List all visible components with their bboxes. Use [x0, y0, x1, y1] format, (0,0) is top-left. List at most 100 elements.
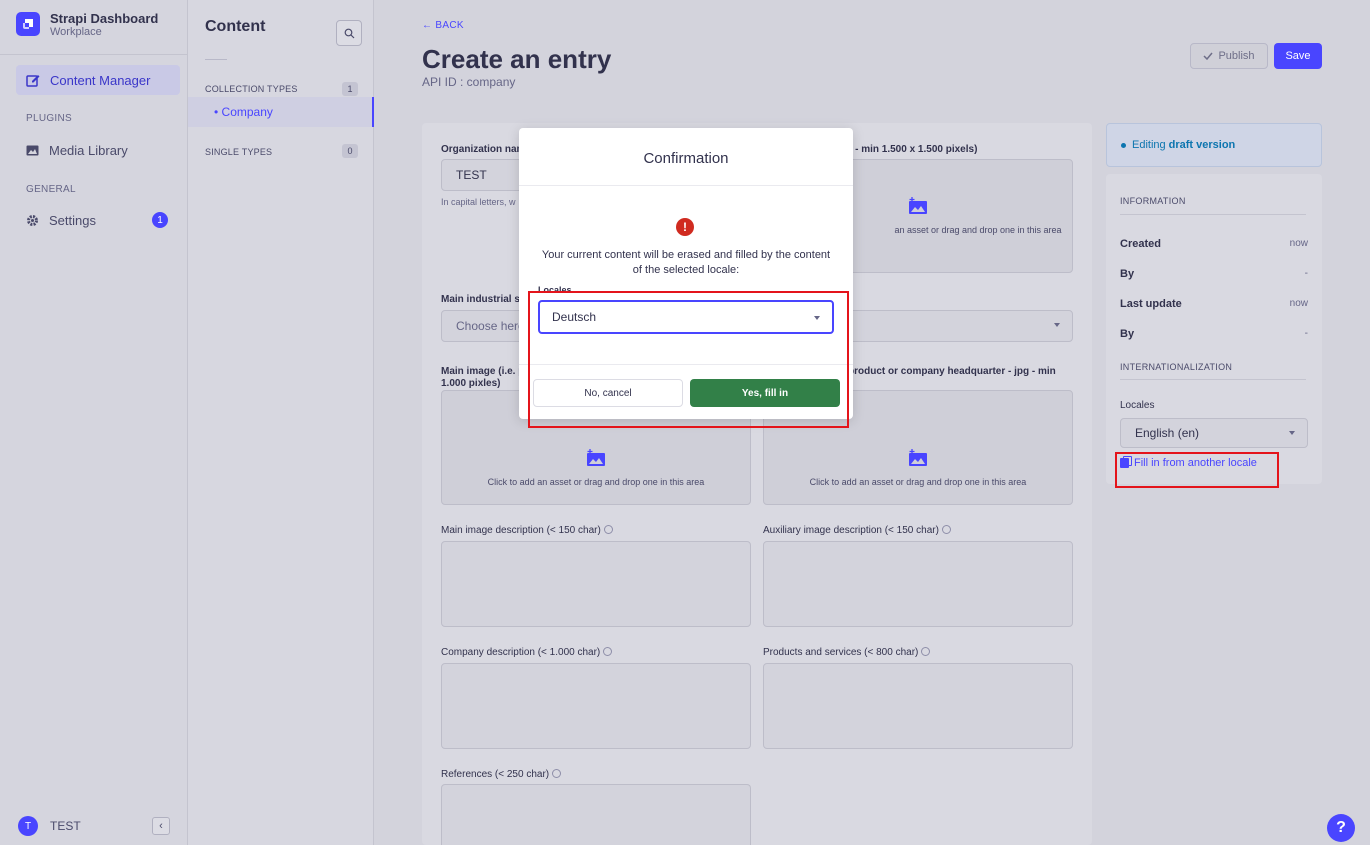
info-value: now: [1289, 298, 1308, 309]
nav-item-label: Content Manager: [50, 72, 151, 88]
alert-icon: !: [676, 218, 694, 236]
page-title: Create an entry: [422, 44, 612, 74]
globe-icon: [603, 525, 613, 534]
dialog-divider: [519, 185, 853, 186]
subnav-divider: [205, 59, 227, 60]
back-link[interactable]: ← BACK: [422, 20, 464, 31]
brand-subtitle: Workplace: [50, 26, 102, 38]
highlight-box: [1115, 452, 1279, 488]
brand[interactable]: Strapi Dashboard Workplace: [16, 12, 158, 39]
search-icon: [344, 28, 354, 38]
collapse-nav-button[interactable]: ‹: [152, 817, 170, 835]
globe-icon: [941, 525, 951, 534]
main-image-desc-textarea[interactable]: [441, 541, 751, 627]
subnav-search-button[interactable]: [336, 20, 362, 46]
divider: [1120, 379, 1306, 380]
subnav-title: Content: [205, 18, 266, 35]
save-button[interactable]: Save: [1274, 43, 1322, 69]
section-single-types: SINGLE TYPES: [205, 147, 273, 157]
nav-item-settings[interactable]: Settings 1: [16, 205, 180, 235]
draft-prefix: Editing: [1132, 139, 1166, 151]
company-desc-textarea[interactable]: [441, 663, 751, 749]
api-id: API ID : company: [422, 75, 516, 89]
aux-image-dropzone-hint: Click to add an asset or drag and drop o…: [809, 476, 1027, 487]
dialog-message: Your current content will be erased and …: [541, 249, 831, 276]
info-last-update: Last update now: [1120, 298, 1308, 310]
nav-item-content-manager[interactable]: Content Manager: [16, 65, 180, 95]
publish-label: Publish: [1218, 50, 1255, 62]
org-name-label: Organization nam: [441, 144, 526, 155]
nav-divider: [0, 54, 188, 55]
divider: [1120, 214, 1306, 215]
image-gallery-icon: [26, 145, 39, 155]
info-key: Created: [1120, 238, 1161, 250]
locale-select[interactable]: English (en): [1120, 418, 1308, 448]
globe-icon: [552, 769, 562, 778]
main-image-label-cont: 1.000 pixles): [441, 378, 501, 389]
collection-types-count: 1: [342, 82, 358, 96]
label-text: Company description (< 1.000 char): [441, 647, 601, 658]
aux-image-label: product or company headquarter - jpg - m…: [848, 366, 1056, 377]
brand-title: Strapi Dashboard: [50, 11, 159, 26]
info-updated-by: By -: [1120, 328, 1308, 340]
org-name-hint: In capital letters, w: [441, 197, 516, 207]
globe-icon: [921, 647, 931, 656]
gear-icon: [27, 214, 38, 226]
label-text: References (< 250 char): [441, 769, 550, 780]
add-image-icon: [909, 448, 927, 466]
subnav-item-company[interactable]: • Company: [188, 97, 374, 127]
i18n-heading: INTERNATIONALIZATION: [1120, 362, 1233, 372]
nav-item-media-library[interactable]: Media Library: [16, 135, 180, 165]
nav-item-label: Media Library: [49, 142, 128, 158]
add-image-icon: [909, 197, 927, 214]
user-profile[interactable]: T TEST: [18, 816, 81, 836]
locales-label: Locales: [1120, 400, 1308, 411]
label-text: Auxiliary image description (< 150 char): [763, 525, 939, 536]
add-image-icon: [587, 448, 605, 466]
references-label: References (< 250 char): [441, 769, 562, 780]
logo-label: ong - min 1.500 x 1.500 pixels): [834, 144, 978, 155]
nav-section-plugins: PLUGINS: [26, 113, 73, 124]
information-panel: INFORMATION Created now By - Last update no…: [1106, 174, 1322, 484]
info-value: now: [1289, 238, 1308, 249]
nav-section-general: GENERAL: [26, 184, 76, 195]
main-image-desc-label: Main image description (< 150 char): [441, 525, 613, 536]
industrial-sector-label: Main industrial se: [441, 294, 526, 305]
help-button[interactable]: ?: [1327, 814, 1355, 842]
company-desc-label: Company description (< 1.000 char): [441, 647, 613, 658]
main-image-dropzone-hint: Click to add an asset or drag and drop o…: [487, 476, 705, 487]
avatar: T: [18, 816, 38, 836]
settings-badge: 1: [152, 212, 168, 228]
main-image-label: Main image (i.e. p: [441, 366, 525, 377]
label-text: Products and services (< 800 char): [763, 647, 919, 658]
nav-item-label: Settings: [49, 212, 96, 228]
pencil-square-icon: [26, 75, 40, 87]
dialog-title: Confirmation: [643, 150, 729, 167]
info-key: By: [1120, 268, 1135, 280]
draft-version: draft version: [1168, 139, 1236, 151]
references-textarea[interactable]: [441, 784, 751, 845]
info-created: Created now: [1120, 238, 1308, 250]
publish-button[interactable]: Publish: [1190, 43, 1268, 69]
chevron-down-icon: [1289, 431, 1295, 435]
content-subnav: Content COLLECTION TYPES 1 • Company SIN…: [188, 0, 374, 845]
single-types-count: 0: [342, 144, 358, 158]
products-textarea[interactable]: [763, 663, 1073, 749]
info-created-by: By -: [1120, 268, 1308, 280]
status-dot-icon: [1121, 142, 1126, 148]
check-icon: [1203, 52, 1214, 60]
aux-image-desc-textarea[interactable]: [763, 541, 1073, 627]
aux-image-desc-label: Auxiliary image description (< 150 char): [763, 525, 951, 536]
strapi-logo-icon: [16, 12, 40, 36]
industrial-sector-placeholder: Choose here: [456, 319, 525, 333]
info-key: By: [1120, 328, 1135, 340]
info-key: Locales: [1120, 400, 1155, 411]
info-value: -: [1304, 268, 1308, 279]
products-label: Products and services (< 800 char): [763, 647, 931, 658]
section-collection-types: COLLECTION TYPES: [205, 84, 298, 94]
chevron-down-icon: [1054, 323, 1060, 327]
draft-status: Editing draft version: [1106, 123, 1322, 167]
main-nav: Strapi Dashboard Workplace Content Manag…: [0, 0, 188, 845]
locale-value: English (en): [1135, 426, 1200, 440]
info-key: Last update: [1120, 298, 1182, 310]
